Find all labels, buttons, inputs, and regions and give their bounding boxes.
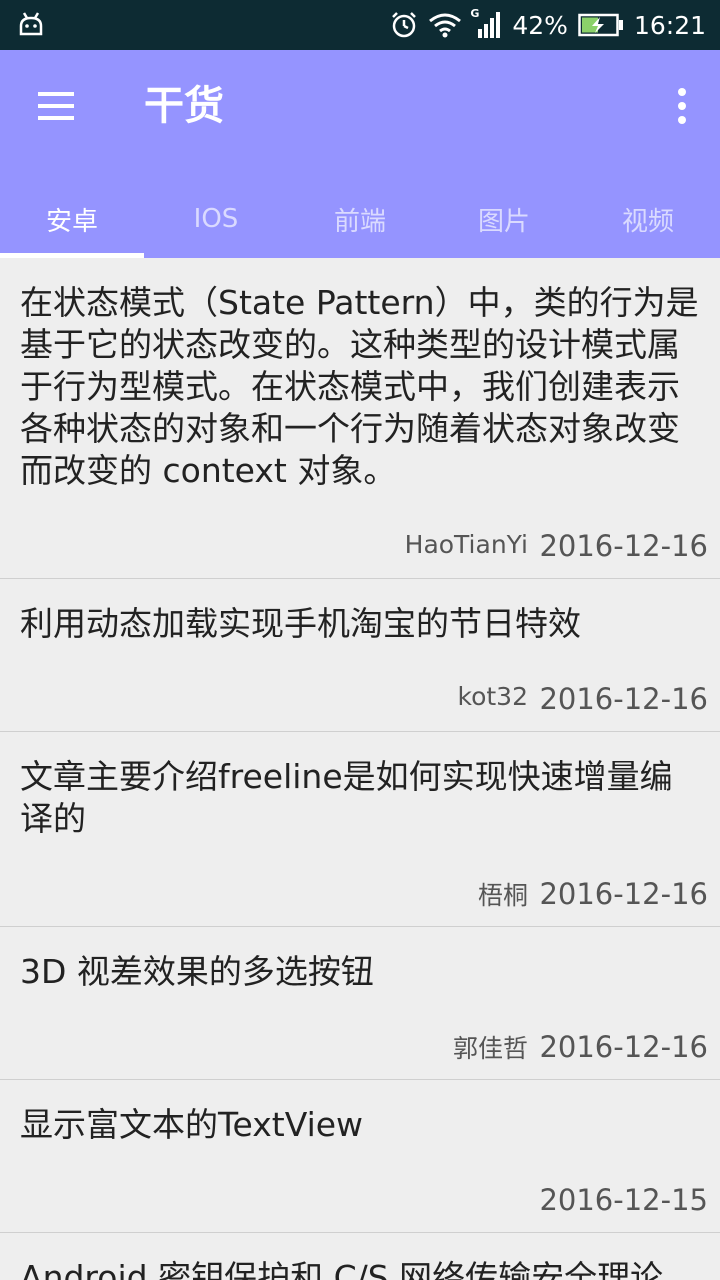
article-list: 在状态模式（State Pattern）中，类的行为是基于它的状态改变的。这种类… — [0, 258, 720, 1280]
article-date: 2016-12-16 — [539, 1030, 708, 1064]
tab-frontend[interactable]: 前端 — [288, 180, 432, 258]
android-icon — [18, 12, 44, 36]
status-bar: G 42% 16:21 — [0, 0, 720, 50]
article-date: 2016-12-16 — [539, 877, 708, 911]
clock: 16:21 — [633, 10, 706, 40]
list-item[interactable]: 显示富文本的TextView 2016-12-15 — [0, 1080, 720, 1233]
article-date: 2016-12-15 — [539, 1183, 708, 1217]
page-title: 干货 — [144, 83, 224, 129]
article-title: Android 密钥保护和 C/S 网络传输安全理论 — [20, 1258, 664, 1280]
battery-percent: 42% — [512, 10, 568, 40]
list-item[interactable]: Android 密钥保护和 C/S 网络传输安全理论 — [0, 1233, 720, 1280]
list-item[interactable]: 文章主要介绍freeline是如何实现快速增量编译的 梧桐 2016-12-16 — [0, 732, 720, 927]
wifi-icon — [428, 12, 462, 38]
list-item[interactable]: 3D 视差效果的多选按钮 郭佳哲 2016-12-16 — [0, 927, 720, 1080]
article-title: 文章主要介绍freeline是如何实现快速增量编译的 — [20, 757, 673, 838]
tab-images[interactable]: 图片 — [432, 180, 576, 258]
article-author: HaoTianYi — [404, 530, 528, 559]
tab-videos[interactable]: 视频 — [576, 180, 720, 258]
signal-icon: G — [470, 7, 502, 39]
tab-android[interactable]: 安卓 — [0, 180, 144, 258]
article-title: 显示富文本的TextView — [20, 1105, 364, 1144]
article-author: kot32 — [457, 682, 529, 711]
article-author: 梧桐 — [477, 881, 528, 910]
article-title: 在状态模式（State Pattern）中，类的行为是基于它的状态改变的。这种类… — [20, 283, 699, 490]
tab-ios[interactable]: IOS — [144, 180, 288, 258]
article-title: 3D 视差效果的多选按钮 — [20, 952, 374, 991]
article-author: 郭佳哲 — [452, 1034, 528, 1063]
article-date: 2016-12-16 — [539, 529, 708, 563]
alarm-icon — [390, 11, 418, 39]
network-type: G — [470, 7, 480, 20]
list-item[interactable]: 利用动态加载实现手机淘宝的节日特效 kot32 2016-12-16 — [0, 579, 720, 732]
menu-icon[interactable] — [36, 90, 76, 122]
list-item[interactable]: 在状态模式（State Pattern）中，类的行为是基于它的状态改变的。这种类… — [0, 258, 720, 579]
more-vert-icon[interactable] — [674, 86, 690, 126]
article-date: 2016-12-16 — [539, 682, 708, 716]
app-bar: 干货 安卓 IOS 前端 图片 视频 — [0, 50, 720, 258]
tab-bar: 安卓 IOS 前端 图片 视频 — [0, 180, 720, 258]
battery-charging-icon — [578, 13, 624, 37]
article-title: 利用动态加载实现手机淘宝的节日特效 — [20, 604, 581, 643]
